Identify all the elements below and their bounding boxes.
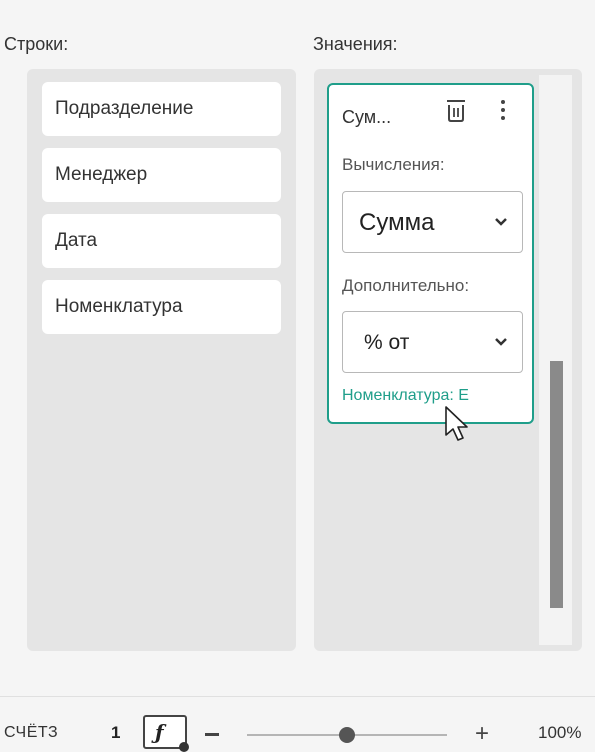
row-field-label: Подразделение	[55, 98, 194, 119]
calculation-label: Вычисления:	[342, 155, 445, 174]
value-field-card[interactable]: Сум... Вычисления: Сумма Дополнительно: …	[327, 83, 534, 424]
status-bar: СЧЁТЗ 1 ƒ + 100%	[0, 696, 595, 752]
row-field-nomenclature[interactable]: Номенклатура	[42, 280, 281, 334]
zoom-slider-thumb[interactable]	[339, 727, 355, 743]
zoom-in-button[interactable]: +	[475, 719, 489, 749]
formula-icon: ƒ	[155, 720, 164, 744]
row-field-manager[interactable]: Менеджер	[42, 148, 281, 202]
values-section-title: Значения:	[313, 34, 398, 54]
mouse-cursor-icon	[445, 406, 468, 441]
additional-select-value: % от	[364, 331, 410, 354]
rows-section-title: Строки:	[4, 34, 69, 54]
values-scrollbar-thumb[interactable]	[550, 361, 563, 608]
row-field-label: Номенклатура	[55, 296, 183, 317]
additional-label: Дополнительно:	[342, 276, 470, 295]
trash-icon[interactable]	[445, 97, 467, 123]
chevron-down-icon	[495, 338, 507, 346]
formula-button[interactable]: ƒ	[143, 715, 189, 752]
row-field-label: Менеджер	[55, 164, 148, 185]
zoom-out-button[interactable]	[205, 733, 219, 736]
row-field-label: Дата	[55, 230, 98, 251]
rows-drop-area[interactable]: Подразделение Менеджер Дата Номенклатура	[27, 69, 296, 651]
status-function-value: 1	[111, 723, 121, 742]
value-field-title: Сум...	[342, 107, 392, 127]
calculation-select[interactable]: Сумма	[342, 191, 523, 253]
chevron-down-icon	[495, 218, 507, 226]
formula-dropdown-dot	[179, 742, 189, 752]
calculation-select-value: Сумма	[359, 209, 435, 236]
more-vertical-icon[interactable]	[497, 97, 509, 123]
status-function-label: СЧЁТЗ	[4, 724, 59, 741]
zoom-level-text: 100%	[538, 723, 582, 742]
base-field-link[interactable]: Номенклатура: Е	[342, 387, 532, 405]
row-field-department[interactable]: Подразделение	[42, 82, 281, 136]
additional-select[interactable]: % от	[342, 311, 523, 373]
row-field-date[interactable]: Дата	[42, 214, 281, 268]
